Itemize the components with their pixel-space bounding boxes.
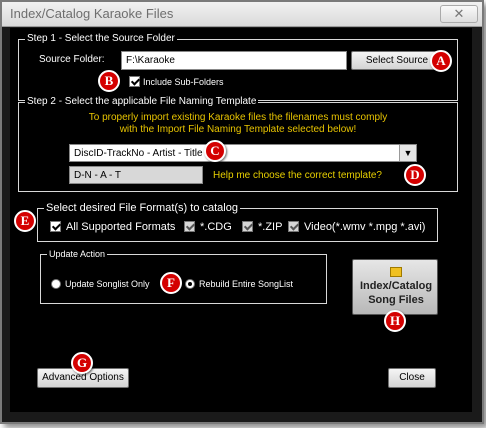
index-button-line2: Song Files xyxy=(368,294,424,306)
zip-label: *.ZIP xyxy=(258,221,283,233)
template-code-field: D-N - A - T xyxy=(69,166,203,184)
index-button-line1: Index/Catalog xyxy=(359,280,433,292)
step1-legend: Step 1 - Select the Source Folder xyxy=(25,33,177,45)
step1-group: Step 1 - Select the Source Folder Source… xyxy=(18,33,458,101)
update-songlist-label: Update Songlist Only xyxy=(65,279,150,289)
all-formats-label: All Supported Formats xyxy=(66,221,176,233)
formats-group: Select desired File Format(s) to catalog… xyxy=(37,202,438,242)
index-catalog-button[interactable]: Index/Catalog Song Files xyxy=(352,259,438,315)
rebuild-songlist-label: Rebuild Entire SongList xyxy=(199,279,294,289)
update-songlist-radio[interactable] xyxy=(51,279,61,289)
source-folder-input[interactable]: F:\Karaoke xyxy=(121,51,347,70)
video-checkbox[interactable] xyxy=(288,221,299,232)
close-button[interactable]: Close xyxy=(388,368,436,388)
formats-legend: Select desired File Format(s) to catalog xyxy=(44,202,240,214)
naming-template-value: DiscID-TrackNo - Artist - Title xyxy=(74,148,203,159)
include-subfolders-checkbox[interactable] xyxy=(129,76,140,87)
zip-checkbox[interactable] xyxy=(242,221,253,232)
add-file-icon xyxy=(390,267,402,277)
cdg-checkbox[interactable] xyxy=(184,221,195,232)
source-folder-label: Source Folder: xyxy=(39,54,105,65)
rebuild-songlist-radio[interactable] xyxy=(185,279,195,289)
dropdown-arrow-icon[interactable]: ▼ xyxy=(399,145,416,161)
step2-legend: Step 2 - Select the applicable File Nami… xyxy=(25,96,259,108)
callout-e: E xyxy=(14,210,36,232)
window-title: Index/Catalog Karaoke Files xyxy=(10,6,174,21)
update-action-group: Update Action Update Songlist Only Rebui… xyxy=(40,248,327,304)
update-action-legend: Update Action xyxy=(47,248,108,260)
all-formats-checkbox[interactable] xyxy=(50,221,61,232)
naming-template-select[interactable]: DiscID-TrackNo - Artist - Title ▼ xyxy=(69,144,417,162)
callout-a: A xyxy=(430,50,452,72)
index-catalog-window: Index/Catalog Karaoke Files ✕ Step 1 - S… xyxy=(0,0,484,424)
cdg-label: *.CDG xyxy=(200,221,232,233)
callout-b: B xyxy=(98,70,120,92)
video-label: Video(*.wmv *.mpg *.avi) xyxy=(304,221,426,233)
callout-h: H xyxy=(384,310,406,332)
callout-g: G xyxy=(71,352,93,374)
include-subfolders-label: Include Sub-Folders xyxy=(143,77,224,87)
template-instruction-line1: To properly import existing Karaoke file… xyxy=(88,112,388,123)
callout-c: C xyxy=(204,140,226,162)
help-template-link[interactable]: Help me choose the correct template? xyxy=(213,170,382,182)
callout-d: D xyxy=(404,164,426,186)
template-instruction-line2: with the Import File Naming Template sel… xyxy=(119,124,357,135)
step2-group: Step 2 - Select the applicable File Nami… xyxy=(18,96,458,192)
title-bar: Index/Catalog Karaoke Files ✕ xyxy=(2,2,482,27)
callout-f: F xyxy=(160,272,182,294)
window-close-icon[interactable]: ✕ xyxy=(440,5,478,23)
